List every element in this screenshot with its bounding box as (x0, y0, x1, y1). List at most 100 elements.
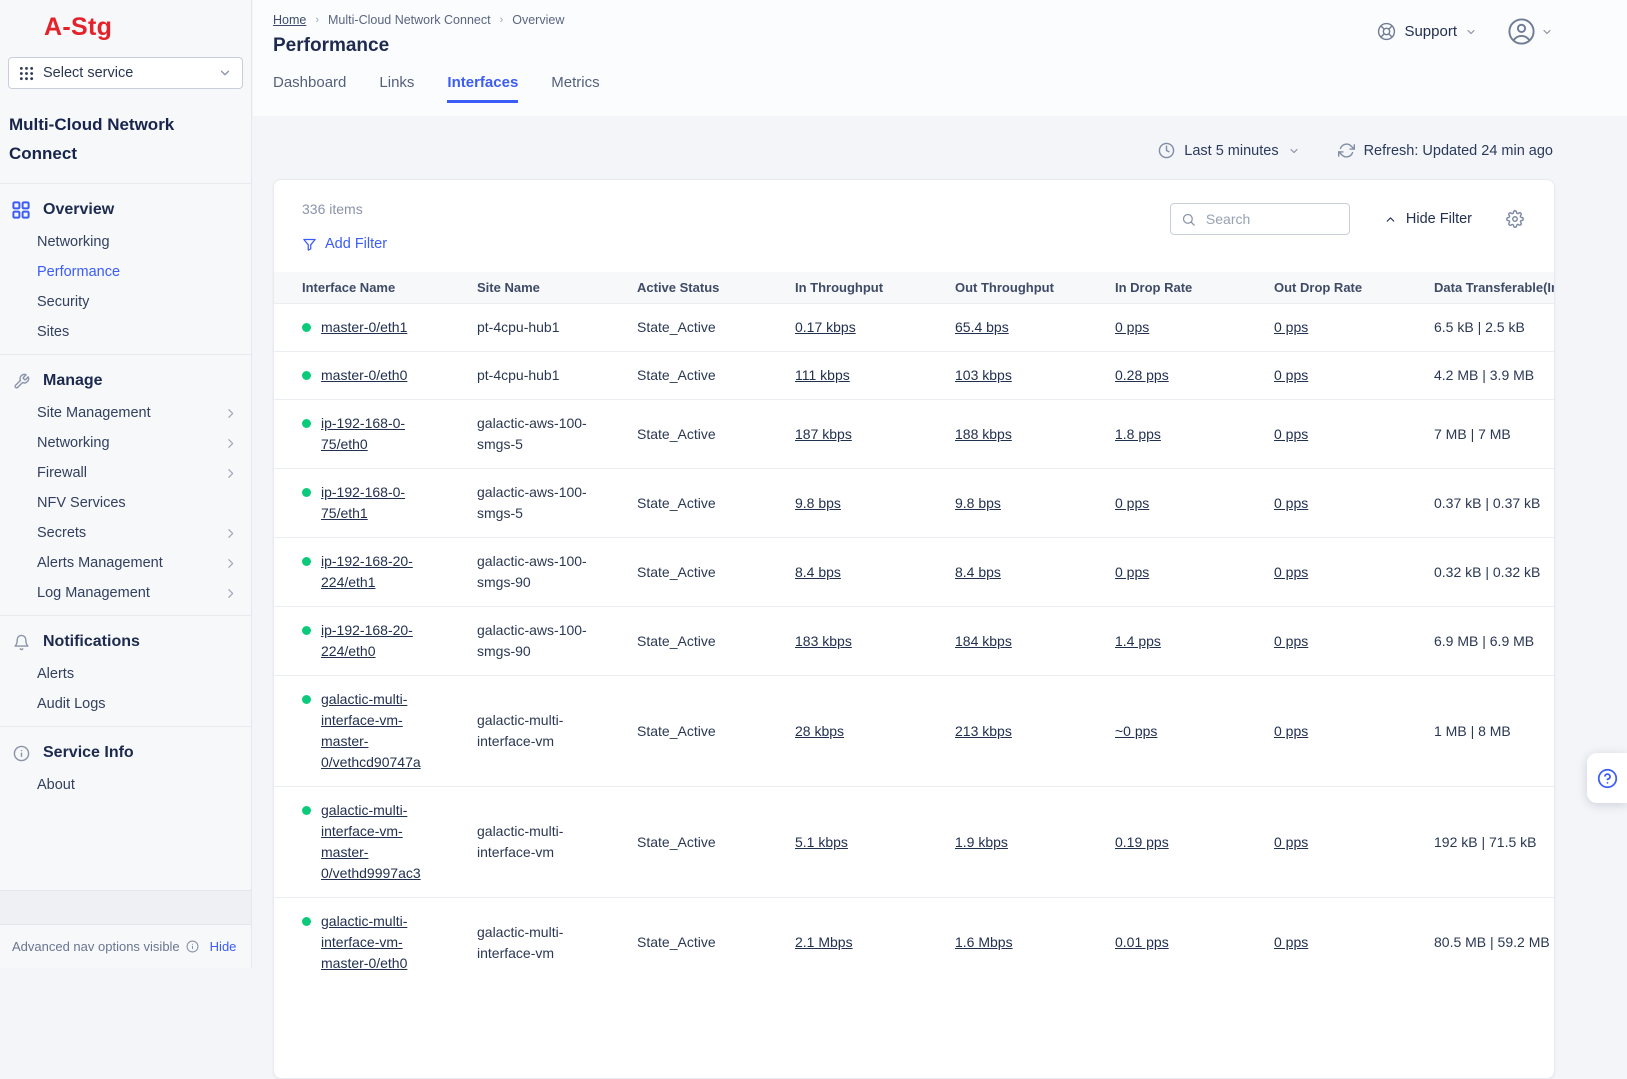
select-service-dropdown[interactable]: Select service (8, 57, 243, 89)
out-drop-rate-link[interactable]: 0 pps (1274, 723, 1308, 739)
tab-metrics[interactable]: Metrics (551, 74, 599, 103)
sidebar-section-notifications[interactable]: Notifications (0, 625, 251, 659)
column-header-in-drop-rate[interactable]: In Drop Rate (1115, 280, 1274, 295)
out-drop-rate-link[interactable]: 0 pps (1274, 633, 1308, 649)
interface-link[interactable]: ip-192-168-20-224/eth0 (321, 620, 449, 662)
refresh-button[interactable]: Refresh: Updated 24 min ago (1338, 142, 1553, 159)
add-filter-button[interactable]: Add Filter (302, 236, 387, 252)
out-throughput-link[interactable]: 1.9 kbps (955, 834, 1008, 850)
in-drop-rate-link[interactable]: 0 pps (1115, 319, 1149, 335)
interface-link[interactable]: ip-192-168-20-224/eth1 (321, 551, 449, 593)
sidebar-section-overview[interactable]: Overview (0, 193, 251, 227)
sidebar-item-networking[interactable]: Networking (0, 227, 251, 257)
out-throughput-link[interactable]: 1.6 Mbps (955, 934, 1013, 950)
tab-dashboard[interactable]: Dashboard (273, 74, 346, 103)
sidebar-item-label: Log Management (37, 585, 150, 601)
out-throughput-link[interactable]: 9.8 bps (955, 495, 1001, 511)
in-throughput-link[interactable]: 111 kbps (795, 367, 850, 383)
in-drop-rate-link[interactable]: ~0 pps (1115, 723, 1157, 739)
out-throughput-link[interactable]: 188 kbps (955, 426, 1012, 442)
grid-icon (12, 201, 30, 219)
sidebar-item-networking[interactable]: Networking (0, 428, 251, 458)
in-throughput-link[interactable]: 8.4 bps (795, 564, 841, 580)
in-drop-rate-link[interactable]: 0.28 pps (1115, 367, 1169, 383)
cell-out-drop-rate: 0 pps (1274, 411, 1434, 458)
breadcrumb-service[interactable]: Multi-Cloud Network Connect (328, 13, 491, 27)
sidebar-item-log-management[interactable]: Log Management (0, 578, 251, 608)
sidebar-section-service-info[interactable]: Service Info (0, 736, 251, 770)
out-drop-rate-link[interactable]: 0 pps (1274, 319, 1308, 335)
sidebar-item-security[interactable]: Security (0, 287, 251, 317)
table-row: ip-192-168-20-224/eth1galactic-aws-100-s… (274, 537, 1554, 606)
user-menu[interactable] (1507, 17, 1553, 46)
table-row: galactic-multi-interface-vm-master-0/eth… (274, 897, 1554, 987)
out-throughput-link[interactable]: 65.4 bps (955, 319, 1009, 335)
column-header-interface-name[interactable]: Interface Name (274, 280, 477, 295)
hide-filter-toggle[interactable]: Hide Filter (1384, 211, 1472, 227)
gear-icon[interactable] (1506, 210, 1524, 228)
section-label: Overview (43, 201, 114, 219)
column-header-out-throughput[interactable]: Out Throughput (955, 280, 1115, 295)
in-drop-rate-link[interactable]: 0 pps (1115, 495, 1149, 511)
in-drop-rate-link[interactable]: 0.19 pps (1115, 834, 1169, 850)
sidebar-item-alerts[interactable]: Alerts (0, 659, 251, 689)
in-drop-rate-link[interactable]: 1.4 pps (1115, 633, 1161, 649)
sidebar-item-alerts-management[interactable]: Alerts Management (0, 548, 251, 578)
column-header-out-drop-rate[interactable]: Out Drop Rate (1274, 280, 1434, 295)
interface-link[interactable]: galactic-multi-interface-vm-master-0/vet… (321, 800, 449, 884)
out-throughput-link[interactable]: 103 kbps (955, 367, 1012, 383)
in-throughput-link[interactable]: 0.17 kbps (795, 319, 856, 335)
out-throughput-link[interactable]: 8.4 bps (955, 564, 1001, 580)
out-drop-rate-link[interactable]: 0 pps (1274, 934, 1308, 950)
sidebar-item-performance[interactable]: Performance (0, 257, 251, 287)
interface-link[interactable]: master-0/eth0 (321, 365, 449, 386)
breadcrumb-overview[interactable]: Overview (512, 13, 564, 27)
sidebar-item-label: Secrets (37, 525, 86, 541)
support-menu[interactable]: Support (1377, 22, 1477, 41)
sidebar-item-nfv-services[interactable]: NFV Services (0, 488, 251, 518)
question-circle-icon (1597, 768, 1618, 789)
out-drop-rate-link[interactable]: 0 pps (1274, 495, 1308, 511)
sidebar-item-audit-logs[interactable]: Audit Logs (0, 689, 251, 719)
out-drop-rate-link[interactable]: 0 pps (1274, 426, 1308, 442)
interface-link[interactable]: ip-192-168-0-75/eth1 (321, 482, 449, 524)
help-button[interactable] (1587, 753, 1627, 803)
tab-interfaces[interactable]: Interfaces (447, 74, 518, 103)
time-range-dropdown[interactable]: Last 5 minutes (1158, 142, 1299, 159)
table-row: ip-192-168-0-75/eth0galactic-aws-100-smg… (274, 399, 1554, 468)
in-throughput-link[interactable]: 5.1 kbps (795, 834, 848, 850)
in-throughput-link[interactable]: 2.1 Mbps (795, 934, 853, 950)
column-header-data-transferable-in[interactable]: Data Transferable(In (1434, 280, 1554, 295)
interface-link[interactable]: galactic-multi-interface-vm-master-0/eth… (321, 911, 449, 974)
out-drop-rate-link[interactable]: 0 pps (1274, 564, 1308, 580)
tab-links[interactable]: Links (379, 74, 414, 103)
out-drop-rate-link[interactable]: 0 pps (1274, 834, 1308, 850)
sidebar-item-secrets[interactable]: Secrets (0, 518, 251, 548)
interface-link[interactable]: master-0/eth1 (321, 317, 449, 338)
interface-link[interactable]: ip-192-168-0-75/eth0 (321, 413, 449, 455)
in-throughput-link[interactable]: 9.8 bps (795, 495, 841, 511)
in-drop-rate-link[interactable]: 0 pps (1115, 564, 1149, 580)
cell-in-drop-rate: 0 pps (1115, 480, 1274, 527)
in-throughput-link[interactable]: 183 kbps (795, 633, 852, 649)
out-throughput-link[interactable]: 213 kbps (955, 723, 1012, 739)
sidebar-item-firewall[interactable]: Firewall (0, 458, 251, 488)
in-throughput-link[interactable]: 187 kbps (795, 426, 852, 442)
out-drop-rate-link[interactable]: 0 pps (1274, 367, 1308, 383)
out-throughput-link[interactable]: 184 kbps (955, 633, 1012, 649)
sidebar-item-site-management[interactable]: Site Management (0, 398, 251, 428)
sidebar-section-manage[interactable]: Manage (0, 364, 251, 398)
column-header-site-name[interactable]: Site Name (477, 280, 637, 295)
in-drop-rate-link[interactable]: 0.01 pps (1115, 934, 1169, 950)
in-drop-rate-link[interactable]: 1.8 pps (1115, 426, 1161, 442)
hide-nav-link[interactable]: Hide (210, 939, 237, 954)
sidebar-item-sites[interactable]: Sites (0, 317, 251, 347)
in-throughput-link[interactable]: 28 kbps (795, 723, 844, 739)
column-header-in-throughput[interactable]: In Throughput (795, 280, 955, 295)
breadcrumb-home[interactable]: Home (273, 13, 306, 27)
column-header-active-status[interactable]: Active Status (637, 280, 795, 295)
interface-link[interactable]: galactic-multi-interface-vm-master-0/vet… (321, 689, 449, 773)
cell-data-transferable: 0.32 kB | 0.32 kB (1434, 549, 1554, 596)
search-input[interactable] (1204, 210, 1334, 228)
sidebar-item-about[interactable]: About (0, 770, 251, 800)
